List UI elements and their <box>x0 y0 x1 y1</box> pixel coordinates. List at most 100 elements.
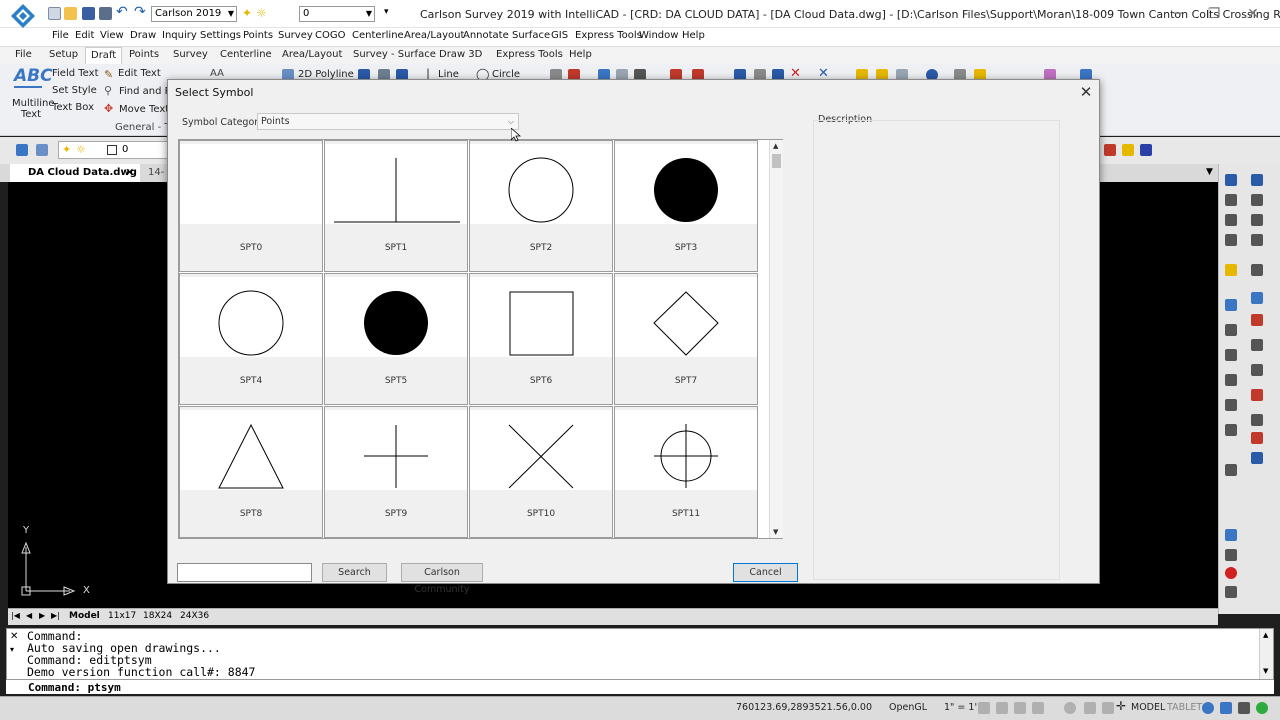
tab-model[interactable]: Model <box>69 611 100 621</box>
tool-icon-22[interactable] <box>1251 414 1263 426</box>
tool-icon-14[interactable] <box>1251 314 1263 326</box>
tab-draw-3d[interactable]: Draw 3D <box>434 49 487 60</box>
symbol-cell-spt5[interactable]: SPT5 <box>324 273 468 405</box>
minimize-button[interactable]: ─ <box>1163 4 1193 24</box>
tool-icon-3[interactable] <box>1225 194 1237 206</box>
scale-button[interactable]: 1" = 1' <box>944 702 977 713</box>
menu-gis[interactable]: GIS <box>551 30 568 41</box>
next-tab-icon[interactable]: ▶ <box>39 611 45 620</box>
model-space-button[interactable]: MODEL <box>1131 702 1165 713</box>
cancel-button[interactable]: Cancel <box>733 563 798 582</box>
tab-24x36[interactable]: 24X36 <box>180 611 209 621</box>
tab-setup[interactable]: Setup <box>44 49 83 60</box>
command-scrollbar[interactable]: ▲ ▼ <box>1259 629 1273 679</box>
menu-file[interactable]: File <box>52 30 69 41</box>
tab-survey[interactable]: Survey <box>168 49 213 60</box>
menu-window[interactable]: Window <box>639 30 678 41</box>
menu-area-layout[interactable]: Area/Layout <box>404 30 464 41</box>
symbol-grid-scrollbar[interactable]: ▲ ▼ <box>769 140 783 538</box>
prev-tab-icon[interactable]: ◀ <box>26 611 32 620</box>
truck-icon[interactable] <box>1122 144 1134 156</box>
multiline-text-button[interactable]: Multiline Text <box>12 98 55 120</box>
tool-icon-21[interactable] <box>1225 424 1237 436</box>
undo-icon[interactable]: ↶ <box>116 4 128 20</box>
symbol-cell-spt0[interactable]: SPT0 <box>179 140 323 272</box>
tool-icon-10[interactable] <box>1251 264 1263 276</box>
ortho-icon[interactable] <box>1014 702 1026 714</box>
menu-settings[interactable]: Settings <box>200 30 241 41</box>
tool-icon-27[interactable] <box>1225 549 1237 561</box>
search-button[interactable]: Search <box>322 563 387 582</box>
car-icon[interactable] <box>1104 144 1116 156</box>
tab-11x17[interactable]: 11x17 <box>108 611 136 621</box>
print-icon[interactable] <box>99 7 112 20</box>
menu-help[interactable]: Help <box>682 30 705 41</box>
tool-icon-16[interactable] <box>1251 339 1263 351</box>
menu-points[interactable]: Points <box>243 30 273 41</box>
symbol-cell-spt3[interactable]: SPT3 <box>614 140 758 272</box>
close-tab-icon[interactable]: ✕ <box>125 164 134 182</box>
settings-gear-icon[interactable] <box>1202 702 1214 714</box>
symbol-cell-spt10[interactable]: SPT10 <box>469 406 613 538</box>
menu-centerline[interactable]: Centerline <box>352 30 404 41</box>
command-input[interactable]: Command: ptsym <box>6 679 1274 694</box>
symbol-cell-spt6[interactable]: SPT6 <box>469 273 613 405</box>
doc-tab-active[interactable]: DA Cloud Data.dwg ✕ <box>10 164 140 182</box>
symbol-cell-spt4[interactable]: SPT4 <box>179 273 323 405</box>
crosshair-icon[interactable]: ✛ <box>1116 699 1126 713</box>
symbol-cell-spt11[interactable]: SPT11 <box>614 406 758 538</box>
renderer-button[interactable]: OpenGL <box>889 702 927 713</box>
menu-view[interactable]: View <box>100 30 124 41</box>
tool-icon-17[interactable] <box>1225 374 1237 386</box>
scroll-up-icon[interactable]: ▲ <box>773 142 778 150</box>
tab-express-tools[interactable]: Express Tools <box>491 49 568 60</box>
tab-18x24[interactable]: 18X24 <box>143 611 172 621</box>
redo-icon[interactable]: ↷ <box>134 4 146 20</box>
menu-edit[interactable]: Edit <box>75 30 94 41</box>
tab-area-layout[interactable]: Area/Layout <box>277 49 347 60</box>
close-command-icon[interactable]: ✕ <box>10 631 18 642</box>
symbol-search-input[interactable] <box>177 563 312 582</box>
save-icon[interactable] <box>82 7 95 20</box>
symbol-cell-spt7[interactable]: SPT7 <box>614 273 758 405</box>
tool-icon-25[interactable] <box>1225 464 1237 476</box>
tool-icon-19[interactable] <box>1225 399 1237 411</box>
tab-file[interactable]: File <box>10 49 37 60</box>
scroll-up-icon[interactable]: ▲ <box>1263 631 1268 639</box>
tool-icon-13[interactable] <box>1225 324 1237 336</box>
tab-help[interactable]: Help <box>564 49 597 60</box>
move-text-button[interactable]: Move Text <box>119 104 169 115</box>
tool-icon-8[interactable] <box>1251 234 1263 246</box>
tab-survey-surface[interactable]: Survey - Surface <box>348 49 441 60</box>
polar-icon[interactable] <box>1032 702 1044 714</box>
menu-surface[interactable]: Surface <box>512 30 550 41</box>
menu-express-tools[interactable]: Express Tools <box>575 30 642 41</box>
symbol-category-select[interactable]: Points ⌵ <box>257 113 519 130</box>
tool-icon-4[interactable] <box>1251 194 1263 206</box>
customize-arrow-icon[interactable]: ▾ <box>384 7 389 17</box>
lock-icon[interactable] <box>1238 702 1250 714</box>
text-size-icon[interactable]: AA <box>210 68 224 79</box>
sun-icon[interactable]: ☼ <box>256 6 267 20</box>
symbol-cell-spt9[interactable]: SPT9 <box>324 406 468 538</box>
tab-draft[interactable]: Draft <box>85 47 123 65</box>
tool-icon-6[interactable] <box>1251 214 1263 226</box>
tool-icon-5[interactable] <box>1225 214 1237 226</box>
scroll-down-icon[interactable]: ▼ <box>773 528 778 536</box>
snap-icon[interactable] <box>978 702 990 714</box>
symbol-cell-spt1[interactable]: SPT1 <box>324 140 468 272</box>
osnap-icon[interactable] <box>1064 702 1076 714</box>
tool-icon-7[interactable] <box>1225 234 1237 246</box>
doc-tab-2[interactable]: 14-0 <box>142 164 168 196</box>
tab-centerline[interactable]: Centerline <box>215 49 277 60</box>
layer-manager-icon[interactable] <box>16 144 28 156</box>
text-box-button[interactable]: Text Box <box>52 102 94 113</box>
abc-icon[interactable]: ABC <box>14 66 53 86</box>
tool-icon-9[interactable] <box>1225 264 1237 276</box>
grid-icon[interactable] <box>996 702 1008 714</box>
carlson-community-button[interactable]: Carlson Community <box>401 563 483 595</box>
tool-icon-29[interactable] <box>1225 586 1237 598</box>
set-style-button[interactable]: Set Style <box>52 85 97 96</box>
tool-icon-20[interactable] <box>1251 389 1263 401</box>
menu-inquiry[interactable]: Inquiry <box>162 30 197 41</box>
